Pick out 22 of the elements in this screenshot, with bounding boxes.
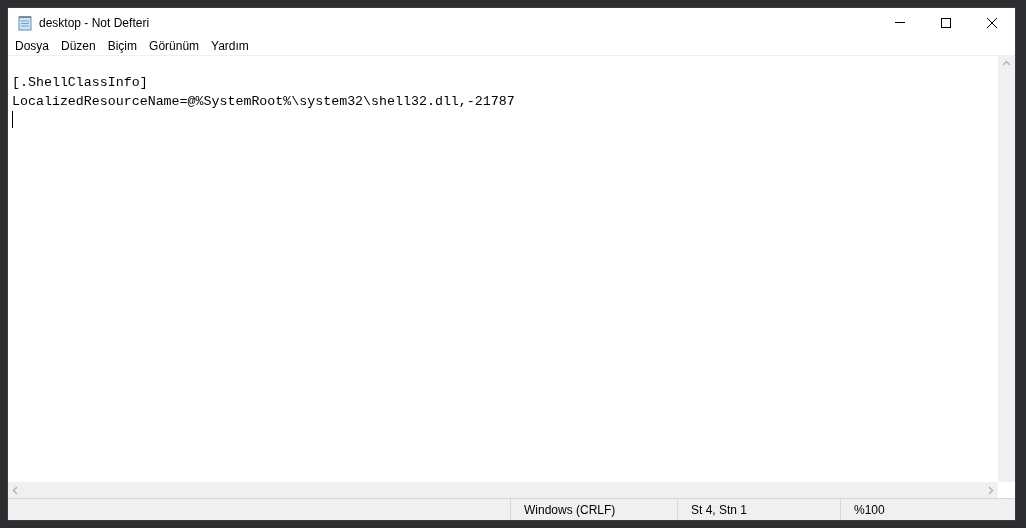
text-area[interactable]: [.ShellClassInfo] LocalizedResourceName=@%SystemRoot%\system32\shell32.dll,-21787 bbox=[8, 56, 998, 482]
window-title: desktop - Not Defteri bbox=[39, 14, 150, 32]
menu-item[interactable]: Görünüm bbox=[143, 37, 206, 55]
status-text: St 4, Stn 1 bbox=[691, 501, 748, 519]
menu-item[interactable]: Yardım bbox=[205, 37, 255, 55]
horizontal-scrollbar[interactable] bbox=[8, 482, 998, 498]
status-text: Windows (CRLF) bbox=[524, 501, 616, 519]
minimize-icon bbox=[895, 22, 905, 23]
status-text: %100 bbox=[854, 501, 885, 519]
menu-item[interactable]: Biçim bbox=[101, 37, 144, 55]
text-line: [.ShellClassInfo] bbox=[12, 74, 148, 92]
scroll-up-icon bbox=[1002, 60, 1011, 66]
menu-item[interactable]: Düzen bbox=[55, 37, 102, 55]
maximize-icon bbox=[941, 17, 951, 28]
vertical-scrollbar[interactable] bbox=[998, 56, 1015, 482]
close-icon bbox=[987, 17, 997, 28]
scroll-left-icon bbox=[12, 485, 18, 495]
text-caret bbox=[12, 111, 13, 128]
notepad-icon bbox=[17, 14, 33, 31]
text-line: LocalizedResourceName=@%SystemRoot%\system32\shell32.dll,-21787 bbox=[12, 93, 515, 111]
scroll-right-icon bbox=[988, 485, 994, 495]
menu-item[interactable]: Dosya bbox=[9, 37, 55, 55]
